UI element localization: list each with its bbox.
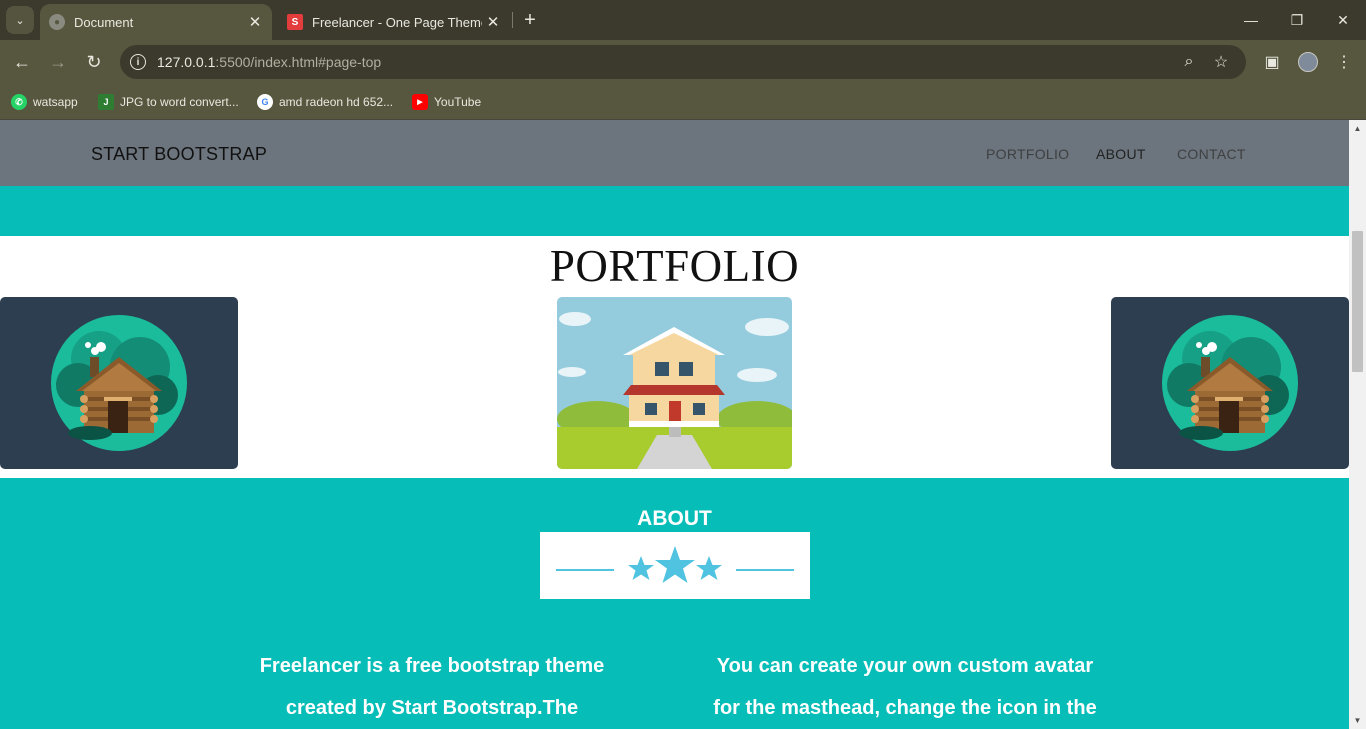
side-panel-icon[interactable]: ▣	[1260, 50, 1284, 74]
about-text-right: You can create your own custom avatar fo…	[695, 645, 1115, 729]
portfolio-item-house[interactable]	[557, 297, 792, 469]
youtube-icon: ▶	[412, 94, 428, 110]
portfolio-heading: PORTFOLIO	[549, 241, 800, 291]
about-text-left-line-1: Freelancer is a free bootstrap theme	[259, 655, 605, 677]
minimize-icon[interactable]: —	[1228, 0, 1274, 40]
startbootstrap-icon: S	[287, 14, 303, 30]
reload-icon[interactable]: ↻	[80, 48, 108, 76]
tab-title: Document	[74, 14, 134, 30]
profile-avatar[interactable]	[1298, 52, 1318, 72]
browser-toolbar: ← → ↻ i 127.0.0.1:5500/index.html#page-t…	[0, 40, 1366, 85]
masthead-band	[0, 186, 1349, 236]
tab-title: Freelancer - One Page Theme -	[312, 14, 482, 30]
site-info-icon[interactable]: i	[130, 54, 146, 70]
about-text-left-line-2: created by Start Bootstrap.The	[285, 697, 579, 719]
scroll-thumb[interactable]	[1352, 231, 1363, 372]
tab-separator	[512, 12, 513, 28]
bookmarks-bar: ✆ watsapp J JPG to word convert... G amd…	[0, 85, 1366, 120]
scroll-up-arrow-icon[interactable]: ▲	[1349, 120, 1366, 137]
tab-freelancer[interactable]: S Freelancer - One Page Theme - ✕	[278, 4, 510, 40]
close-icon[interactable]: ✕	[482, 13, 504, 31]
google-icon: G	[257, 94, 273, 110]
cabin-image	[1162, 315, 1298, 451]
back-icon[interactable]: ←	[8, 48, 36, 76]
nav-about[interactable]: ABOUT	[1096, 146, 1146, 162]
tab-strip: ⌄ ● Document ✕ S Freelancer - One Page T…	[0, 0, 1366, 40]
bookmark-label: YouTube	[434, 95, 482, 109]
new-tab-button[interactable]: +	[518, 8, 542, 32]
portfolio-item-cabin-2[interactable]	[1111, 297, 1349, 469]
whatsapp-icon: ✆	[11, 94, 27, 110]
tab-search-icon[interactable]: ⌄	[6, 6, 34, 34]
about-text-right-line-2: for the masthead, change the icon in the	[713, 697, 1097, 719]
bookmark-star-icon[interactable]: ☆	[1210, 51, 1232, 73]
nav-portfolio[interactable]: PORTFOLIO	[986, 146, 1069, 162]
about-text-left: Freelancer is a free bootstrap theme cre…	[222, 645, 642, 729]
cabin-image	[51, 315, 187, 451]
about-text-right-line-1: You can create your own custom avatar	[716, 655, 1094, 677]
bookmark-label: JPG to word convert...	[120, 95, 239, 109]
about-heading: ABOUT	[637, 507, 712, 530]
forward-icon[interactable]: →	[44, 48, 72, 76]
window-close-icon[interactable]: ✕	[1320, 0, 1366, 40]
url-host: 127.0.0.1	[157, 54, 216, 70]
close-icon[interactable]: ✕	[244, 13, 266, 31]
bookmark-amd-radeon[interactable]: G amd radeon hd 652...	[257, 92, 393, 112]
nav-contact[interactable]: CONTACT	[1177, 146, 1246, 162]
bookmark-jpg-to-word[interactable]: J JPG to word convert...	[98, 92, 239, 112]
bookmark-youtube[interactable]: ▶ YouTube	[412, 92, 481, 112]
url-text[interactable]: 127.0.0.1:5500/index.html#page-top	[157, 54, 381, 70]
house-image	[557, 297, 792, 469]
jpg-converter-icon: J	[98, 94, 114, 110]
page-scrollbar[interactable]: ▲ ▼	[1349, 120, 1366, 729]
bookmark-label: watsapp	[33, 95, 78, 109]
bookmark-watsapp[interactable]: ✆ watsapp	[11, 92, 78, 112]
url-path: :5500/index.html#page-top	[215, 54, 382, 70]
brand-link[interactable]: START BOOTSTRAP	[91, 144, 267, 165]
star-divider-icon	[556, 546, 794, 583]
tab-document[interactable]: ● Document ✕	[40, 4, 272, 40]
portfolio-item-cabin[interactable]	[0, 297, 238, 469]
globe-icon: ●	[49, 14, 65, 30]
zoom-icon[interactable]: ⌕	[1178, 51, 1200, 73]
bookmark-label: amd radeon hd 652...	[279, 95, 394, 109]
page-viewport: START BOOTSTRAP PORTFOLIO ABOUT CONTACT …	[0, 120, 1349, 729]
scroll-down-arrow-icon[interactable]: ▼	[1349, 712, 1366, 729]
address-bar[interactable]: i 127.0.0.1:5500/index.html#page-top ⌕ ☆	[120, 45, 1246, 79]
menu-kebab-icon[interactable]: ⋮	[1332, 50, 1356, 74]
star-divider	[540, 532, 810, 599]
restore-icon[interactable]: ❐	[1274, 0, 1320, 40]
site-navbar: START BOOTSTRAP PORTFOLIO ABOUT CONTACT	[0, 120, 1349, 186]
